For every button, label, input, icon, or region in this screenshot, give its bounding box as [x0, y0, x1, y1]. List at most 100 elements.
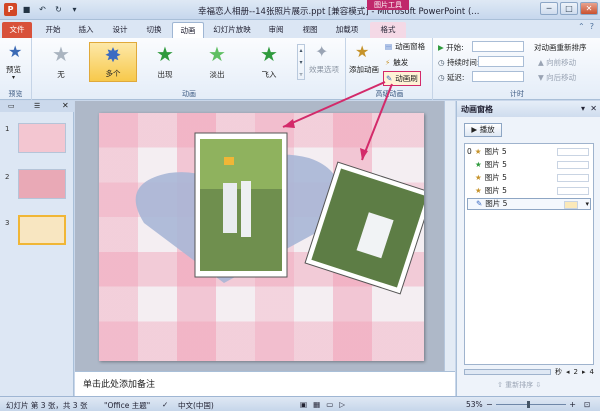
- tab-addins[interactable]: 加载项: [330, 22, 364, 38]
- fit-slide-icon[interactable]: ⊡: [584, 400, 590, 409]
- add-animation-icon[interactable]: ★: [355, 42, 369, 61]
- tab-file[interactable]: 文件: [2, 22, 32, 38]
- save-icon[interactable]: ■: [20, 3, 33, 16]
- close-button[interactable]: ✕: [580, 2, 598, 15]
- animation-painter-button[interactable]: ✎ 动画刷: [383, 71, 421, 86]
- zoom-slider[interactable]: − +: [486, 400, 576, 409]
- tab-slideshow[interactable]: 幻灯片放映: [208, 22, 256, 38]
- reading-view-icon[interactable]: ▭: [326, 400, 333, 409]
- editor-vertical-scrollbar[interactable]: [444, 101, 455, 371]
- panel-close-icon[interactable]: ✕: [62, 101, 69, 110]
- zoom-out-icon[interactable]: −: [486, 400, 493, 409]
- tab-review[interactable]: 审阅: [262, 22, 290, 38]
- normal-view-icon[interactable]: ▣: [300, 400, 307, 409]
- move-later-button[interactable]: ▼ 向后移动: [538, 72, 576, 83]
- sorter-view-icon[interactable]: ▦: [313, 400, 320, 409]
- timeline-scroll[interactable]: [464, 369, 552, 375]
- notes-area[interactable]: 单击此处添加备注: [75, 371, 455, 396]
- animation-item[interactable]: ★ 图片 5: [467, 185, 591, 197]
- pane-dropdown-icon[interactable]: ▾: [581, 104, 585, 113]
- effect-options-icon[interactable]: ✦: [315, 42, 328, 61]
- gallery-none[interactable]: ★ 无: [37, 42, 85, 82]
- slide-number: 2: [5, 173, 10, 181]
- zoom-in-icon[interactable]: +: [569, 400, 576, 409]
- gallery-fade[interactable]: ★ 淡出: [193, 42, 241, 82]
- gallery-label: 淡出: [209, 70, 225, 79]
- item-name: 图片 5: [484, 160, 507, 169]
- outline-tab-icon[interactable]: ☰: [34, 102, 40, 110]
- group-label-advanced: 高级动画: [375, 90, 404, 98]
- tab-insert[interactable]: 插入: [72, 22, 100, 38]
- add-animation-button[interactable]: 添加动画: [349, 64, 379, 75]
- play-button[interactable]: ▶ 播放: [464, 123, 502, 137]
- animation-item[interactable]: 0 ★ 图片 5: [467, 146, 591, 158]
- scale-right-icon[interactable]: ▸: [582, 368, 586, 376]
- ribbon-tabs: 文件 开始 插入 设计 切换 动画 幻灯片放映 审阅 视图 加载项 格式: [0, 20, 600, 38]
- tab-animations[interactable]: 动画: [172, 22, 204, 38]
- preview-star-icon[interactable]: ★: [8, 42, 22, 61]
- duration-text: 持续时间:: [446, 58, 480, 67]
- notes-placeholder: 单击此处添加备注: [83, 380, 156, 390]
- zoom-level[interactable]: 53%: [466, 400, 483, 409]
- redo-icon[interactable]: ↻: [52, 3, 65, 16]
- duration-input[interactable]: [478, 56, 524, 67]
- item-timeline: [557, 161, 589, 169]
- reorder-down-icon[interactable]: ⇩: [535, 381, 541, 389]
- customize-qat-icon[interactable]: ▾: [68, 3, 81, 16]
- start-text: 开始:: [446, 43, 464, 52]
- theme-name[interactable]: "Office 主题": [104, 400, 150, 411]
- move-later-label: 向后移动: [546, 73, 577, 82]
- group-label-preview: 预览: [8, 90, 23, 98]
- maximize-button[interactable]: □: [560, 2, 578, 15]
- zoom-thumb[interactable]: [527, 400, 531, 408]
- item-effect-icon: ✎: [476, 199, 483, 208]
- group-preview: ★ 预览 ▾ 预览: [0, 38, 32, 100]
- minimize-button[interactable]: ─: [540, 2, 558, 15]
- animation-item[interactable]: ★ 图片 5: [467, 159, 591, 171]
- animation-pane-button[interactable]: ▤ 动画窗格: [385, 41, 425, 52]
- collapse-ribbon-icon[interactable]: ⌃: [578, 22, 585, 31]
- item-name: 图片 5: [485, 199, 508, 208]
- seconds-label[interactable]: 秒: [555, 367, 562, 377]
- powerpoint-logo-icon[interactable]: P: [4, 3, 17, 16]
- language[interactable]: 中文(中国): [178, 400, 214, 411]
- reorder-up-icon[interactable]: ⇧: [497, 381, 503, 389]
- animation-item[interactable]: ★ 图片 5: [467, 172, 591, 184]
- start-select[interactable]: [472, 41, 524, 52]
- group-timing: ▶ 开始: ◷ 持续时间: ◷ 延迟: 对动画重新排序 ▲ 向前移动 ▼ 向后移…: [434, 38, 600, 100]
- delay-label: ◷ 延迟:: [438, 72, 464, 83]
- slide-thumbnail-3[interactable]: [18, 215, 66, 245]
- tab-view[interactable]: 视图: [296, 22, 324, 38]
- undo-icon[interactable]: ↶: [36, 3, 49, 16]
- tab-transitions[interactable]: 切换: [140, 22, 168, 38]
- gallery-appear[interactable]: ★ 出现: [141, 42, 189, 82]
- reorder-label: 重新排序: [505, 381, 534, 389]
- fly-in-star-icon: ★: [260, 42, 278, 66]
- delay-input[interactable]: [472, 71, 524, 82]
- item-name: 图片 5: [484, 186, 507, 195]
- preview-dropdown-icon[interactable]: ▾: [12, 74, 15, 81]
- effect-options-button[interactable]: 效果选项: [309, 64, 339, 75]
- slide-thumbnail-1[interactable]: [18, 123, 66, 153]
- item-dropdown-icon[interactable]: ▾: [585, 198, 589, 210]
- help-icon[interactable]: ?: [590, 22, 594, 31]
- trigger-button[interactable]: ⚡ 触发: [385, 57, 408, 68]
- slide-thumbnail-2[interactable]: [18, 169, 66, 199]
- slideshow-view-icon[interactable]: ▷: [339, 400, 345, 409]
- slide-canvas[interactable]: [99, 113, 424, 361]
- ribbon-animations: ★ 预览 ▾ 预览 ★ 无 ✸ 多个 ★ 出现 ★ 淡出 ★ 飞入 ▴ ▾ ▿ ✦ …: [0, 38, 600, 100]
- slides-tab-icon[interactable]: ▭: [8, 102, 15, 110]
- gallery-multiple[interactable]: ✸ 多个: [89, 42, 137, 82]
- tab-format[interactable]: 格式: [370, 22, 406, 38]
- window-title: 幸福恋人相册--14张照片展示.ppt [兼容模式] - Microsoft P…: [198, 7, 480, 17]
- animation-item-selected[interactable]: ✎ 图片 5 ▾: [467, 198, 591, 210]
- pane-close-icon[interactable]: ✕: [590, 104, 597, 113]
- gallery-scroll[interactable]: ▴ ▾ ▿: [297, 44, 305, 80]
- scale-left-icon[interactable]: ◂: [566, 368, 570, 376]
- move-earlier-button[interactable]: ▲ 向前移动: [538, 57, 576, 68]
- spellcheck-icon[interactable]: ✓: [162, 400, 168, 409]
- tab-design[interactable]: 设计: [106, 22, 134, 38]
- pane-title-text: 动画窗格: [461, 105, 493, 114]
- tab-home[interactable]: 开始: [40, 22, 66, 38]
- gallery-fly-in[interactable]: ★ 飞入: [245, 42, 293, 82]
